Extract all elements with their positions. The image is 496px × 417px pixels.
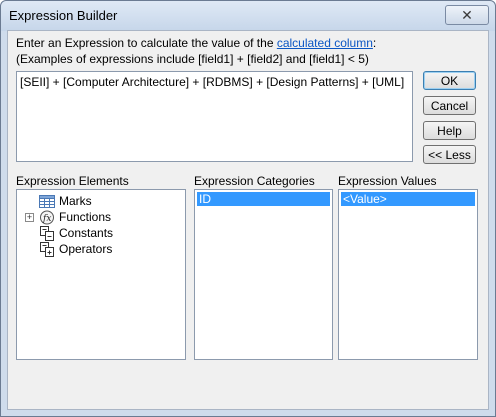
help-button[interactable]: Help	[423, 121, 476, 140]
title-bar[interactable]: Expression Builder ✕	[1, 1, 495, 31]
expression-elements-label: Expression Elements	[16, 174, 129, 188]
tree-item-marks[interactable]: Marks	[39, 193, 92, 209]
expression-input[interactable]: [SEII] + [Computer Architecture] + [RDBM…	[16, 71, 413, 162]
tree-item-label: Constants	[59, 226, 114, 240]
expression-categories-label: Expression Categories	[194, 174, 315, 188]
cancel-button[interactable]: Cancel	[423, 96, 476, 115]
expression-values-list[interactable]: <Value>	[338, 189, 478, 360]
expression-builder-dialog: Expression Builder ✕ Enter an Expression…	[0, 0, 496, 417]
expression-values-label: Expression Values	[338, 174, 437, 188]
expand-icon[interactable]: +	[25, 213, 34, 222]
instruction-examples: (Examples of expressions include [field1…	[16, 52, 369, 66]
dialog-body: Enter an Expression to calculate the val…	[7, 30, 489, 410]
tree-item-constants[interactable]: Constants	[39, 225, 113, 241]
tree-item-operators[interactable]: Operators	[39, 241, 112, 257]
expression-elements-tree[interactable]: Marks + fx Functions Constants Operators	[16, 189, 186, 360]
constants-icon	[40, 225, 54, 241]
function-icon: fx	[40, 210, 54, 224]
instruction-text-1: Enter an Expression to calculate the val…	[16, 36, 277, 50]
instruction-colon: :	[372, 36, 377, 50]
category-item-id[interactable]: ID	[197, 192, 330, 206]
tree-item-label: Functions	[59, 210, 112, 224]
table-icon	[39, 194, 55, 208]
close-icon: ✕	[461, 7, 473, 23]
instructions: Enter an Expression to calculate the val…	[16, 35, 376, 67]
calculated-column-link[interactable]: calculated column	[277, 36, 373, 50]
close-button[interactable]: ✕	[445, 5, 489, 25]
window-title: Expression Builder	[9, 8, 118, 23]
value-item[interactable]: <Value>	[341, 192, 475, 206]
tree-item-label: Marks	[59, 194, 92, 208]
less-button[interactable]: << Less	[423, 145, 476, 164]
tree-item-label: Operators	[59, 242, 113, 256]
svg-text:fx: fx	[42, 214, 51, 224]
tree-item-functions[interactable]: fx Functions	[39, 209, 111, 225]
ok-button[interactable]: OK	[423, 71, 476, 90]
expression-categories-list[interactable]: ID	[194, 189, 333, 360]
operators-icon	[40, 241, 54, 257]
